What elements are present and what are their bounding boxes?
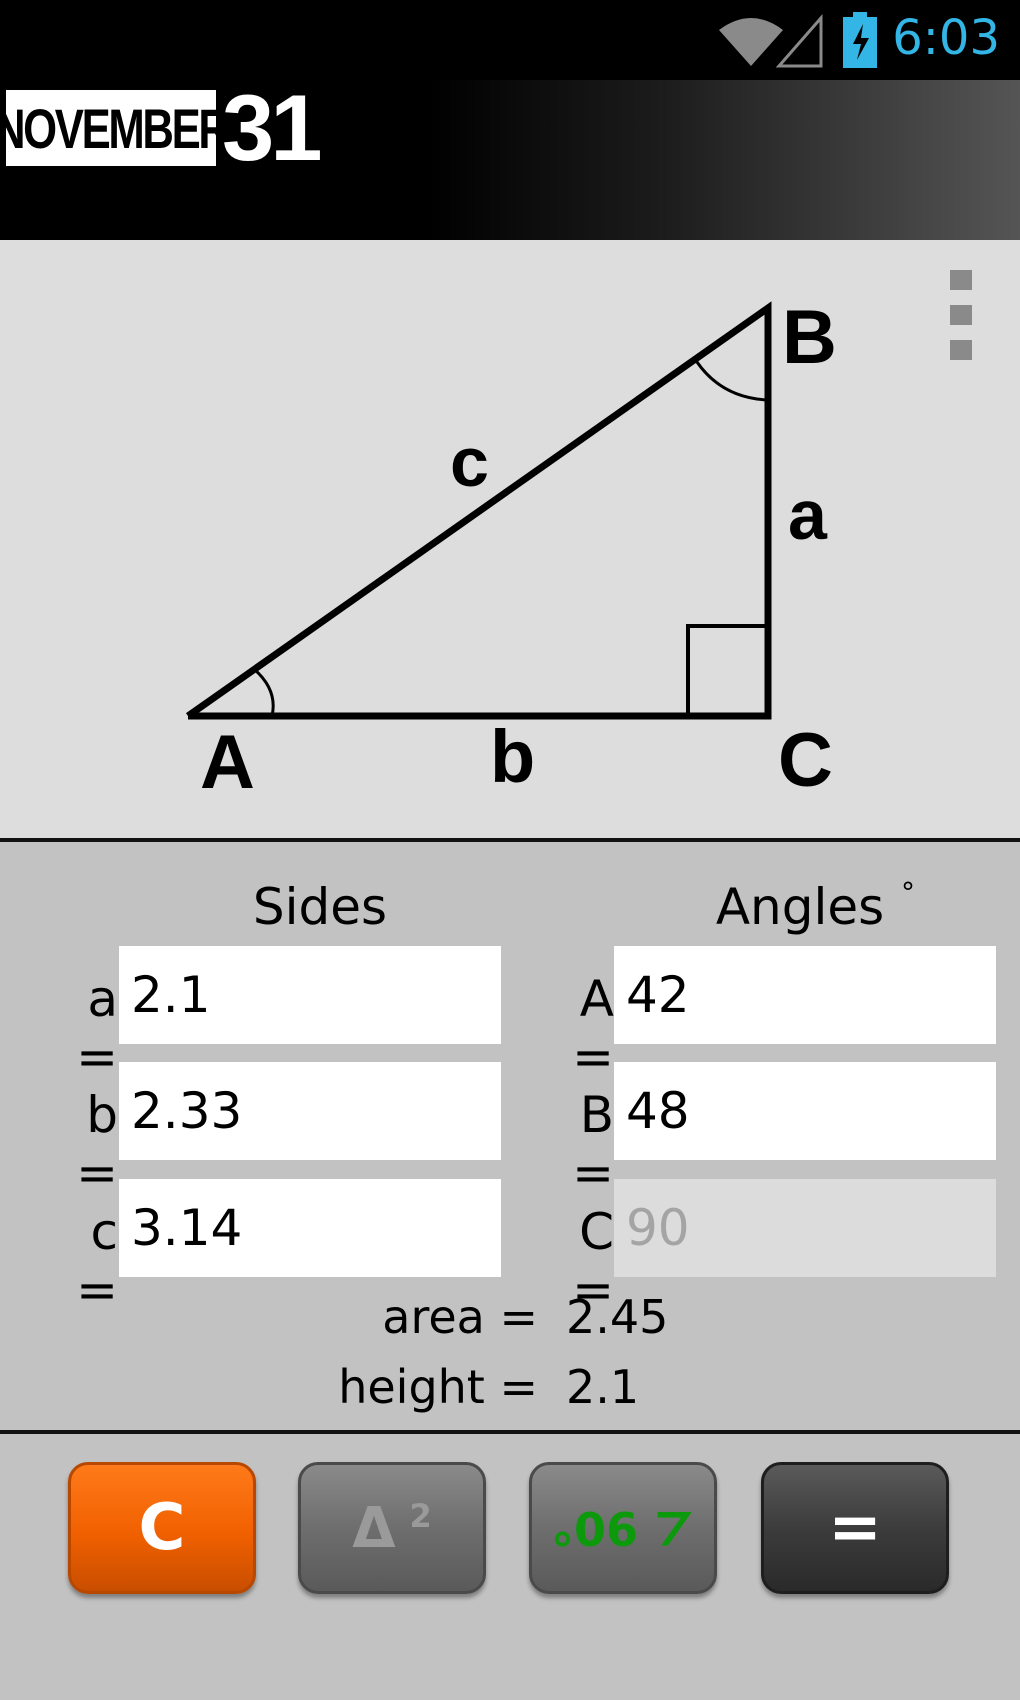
clock: 6:03 [892, 10, 1000, 66]
status-bar: 6:03 [0, 0, 1020, 80]
vertex-a-label: A [200, 720, 255, 805]
sides-header: Sides [252, 878, 388, 936]
side-b-label: b [490, 715, 536, 798]
angle-a-input[interactable]: 42 [614, 946, 996, 1044]
height-label: height = [338, 1360, 538, 1414]
angle-b-field-label: B = [572, 1086, 614, 1202]
angle-c-input: 90 [614, 1179, 996, 1277]
side-a-input[interactable]: 2.1 [119, 946, 501, 1044]
area-label: area = [382, 1290, 538, 1344]
angle-a-field-label: A = [572, 970, 614, 1086]
clear-button[interactable]: C [68, 1462, 256, 1594]
square-button[interactable]: Δ2 [298, 1462, 486, 1594]
angles-header: Angles [715, 878, 885, 936]
logo-word: NOVEMBER [0, 96, 230, 160]
vertex-c-label: C [778, 718, 833, 803]
logo-number: 31 [222, 75, 323, 180]
vertex-b-label: B [782, 295, 837, 380]
side-a-label: a [788, 476, 827, 554]
overflow-menu-icon[interactable] [950, 270, 976, 366]
right-angle-button-label: ∠ 90° [550, 1501, 696, 1555]
side-c-label: c [450, 423, 489, 501]
side-c-field-label: c = [76, 1203, 118, 1319]
side-b-field-label: b = [76, 1086, 118, 1202]
equals-button-label: = [828, 1491, 882, 1565]
degree-symbol: ° [901, 876, 915, 909]
right-angle-button[interactable]: ∠ 90° [529, 1462, 717, 1594]
signal-icon [775, 14, 823, 68]
divider-top [0, 838, 1020, 842]
divider-bottom [0, 1430, 1020, 1434]
area-value: 2.45 [566, 1290, 669, 1344]
angle-b-input[interactable]: 48 [614, 1062, 996, 1160]
height-value: 2.1 [566, 1360, 640, 1414]
side-b-input[interactable]: 2.33 [119, 1062, 501, 1160]
equals-button[interactable]: = [761, 1462, 949, 1594]
clear-button-label: C [138, 1491, 186, 1565]
square-button-sup: 2 [409, 1497, 432, 1535]
side-c-input[interactable]: 3.14 [119, 1179, 501, 1277]
logo: NOVEMBER [0, 90, 230, 166]
square-button-symbol: Δ [352, 1495, 396, 1561]
side-a-field-label: a = [76, 970, 118, 1086]
battery-charging-icon [843, 12, 877, 68]
